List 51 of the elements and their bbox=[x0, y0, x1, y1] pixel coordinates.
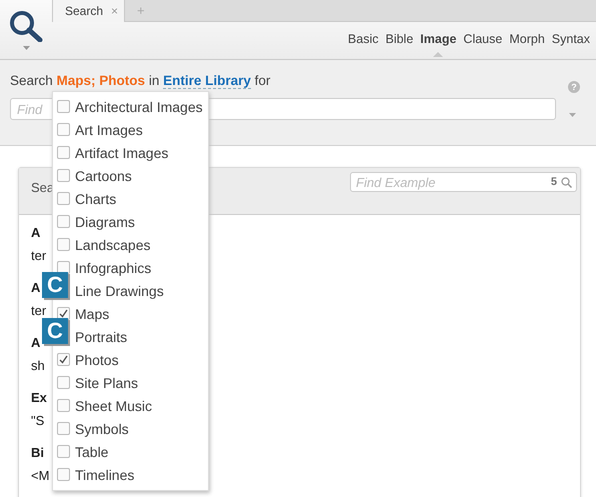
scope-link[interactable]: Entire Library bbox=[163, 73, 251, 89]
type-option[interactable]: Table bbox=[53, 440, 208, 463]
callout-tooltip: C bbox=[42, 318, 68, 344]
type-option[interactable]: Landscapes bbox=[53, 233, 208, 256]
callout-tooltip: C bbox=[42, 272, 68, 298]
checkbox[interactable] bbox=[57, 100, 70, 113]
checkbox[interactable] bbox=[57, 445, 70, 458]
search-type-tab[interactable]: Morph bbox=[509, 32, 545, 57]
checkbox[interactable] bbox=[57, 468, 70, 481]
caret-icon[interactable] bbox=[22, 46, 30, 50]
checkbox[interactable] bbox=[57, 399, 70, 412]
search-icon[interactable] bbox=[9, 10, 43, 42]
type-option[interactable]: Cartoons bbox=[53, 164, 208, 187]
type-option[interactable]: Artifact Images bbox=[53, 141, 208, 164]
type-option[interactable]: Site Plans bbox=[53, 371, 208, 394]
checkbox[interactable] bbox=[57, 376, 70, 389]
search-description: Search Maps; Photos in Entire Library for bbox=[10, 73, 270, 88]
type-option[interactable]: Photos bbox=[53, 348, 208, 371]
example-heading: Ex bbox=[31, 389, 47, 407]
checkbox[interactable] bbox=[57, 169, 70, 182]
type-option[interactable]: Art Images bbox=[53, 118, 208, 141]
example-text: "S bbox=[31, 412, 44, 430]
example-text: ter bbox=[31, 247, 46, 265]
dropdown-caret-icon[interactable] bbox=[569, 113, 576, 117]
type-option[interactable]: Architectural Images bbox=[53, 95, 208, 118]
checkbox[interactable] bbox=[57, 146, 70, 159]
checkbox[interactable] bbox=[57, 353, 70, 366]
type-option[interactable]: Diagrams bbox=[53, 210, 208, 233]
find-example-field[interactable]: Find Example 5 bbox=[350, 172, 577, 192]
checkbox[interactable] bbox=[57, 238, 70, 251]
example-heading: A bbox=[31, 224, 40, 242]
example-heading: A bbox=[31, 279, 40, 297]
checkbox[interactable] bbox=[57, 123, 70, 136]
search-type-tab[interactable]: Syntax bbox=[552, 32, 590, 57]
search-type-tab[interactable]: Basic bbox=[348, 32, 378, 57]
checkbox[interactable] bbox=[57, 192, 70, 205]
checkbox[interactable] bbox=[57, 215, 70, 228]
example-heading: A bbox=[31, 334, 40, 352]
example-heading: Bi bbox=[31, 444, 44, 462]
example-text: sh bbox=[31, 357, 45, 375]
search-tab[interactable]: Search × bbox=[52, 0, 126, 22]
type-option[interactable]: Symbols bbox=[53, 417, 208, 440]
search-type-tab[interactable]: Clause bbox=[463, 32, 502, 57]
type-option[interactable]: Charts bbox=[53, 187, 208, 210]
checkbox[interactable] bbox=[57, 422, 70, 435]
example-text: <M bbox=[31, 467, 50, 485]
example-text: ter bbox=[31, 302, 46, 320]
type-option[interactable]: Timelines bbox=[53, 463, 208, 486]
search-type-tab[interactable]: Bible bbox=[385, 32, 414, 57]
type-option[interactable]: Sheet Music bbox=[53, 394, 208, 417]
search-type-tab[interactable]: Image bbox=[420, 32, 456, 57]
